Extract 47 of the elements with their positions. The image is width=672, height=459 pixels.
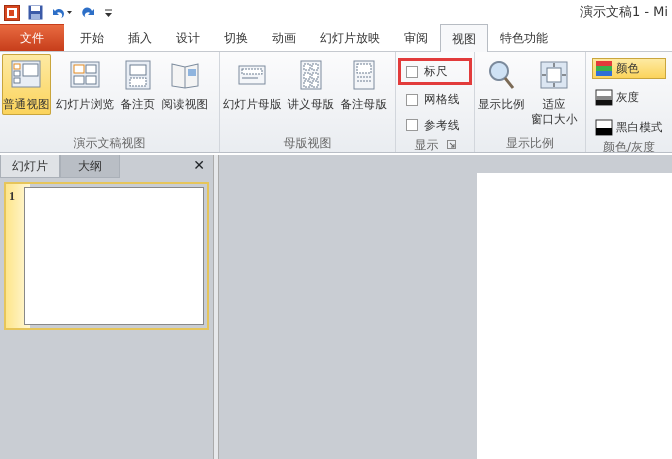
- pane-tab[interactable]: 幻灯片: [0, 155, 60, 178]
- app-icon[interactable]: [4, 4, 20, 20]
- ribbon-tab[interactable]: 插入: [116, 24, 164, 51]
- color-mode-button[interactable]: 黑白模式: [592, 116, 666, 138]
- group-label: 母版视图: [284, 135, 332, 152]
- customize-caret-icon[interactable]: [104, 6, 113, 18]
- view-button[interactable]: 普通视图: [2, 54, 51, 115]
- checkbox[interactable]: [406, 119, 418, 132]
- swatch-icon: [595, 89, 613, 106]
- checkbox-label: 网格线: [424, 91, 460, 108]
- view-button[interactable]: 阅读视图: [160, 54, 210, 115]
- pane-tab[interactable]: 大纲: [60, 155, 120, 178]
- file-tab[interactable]: 文件: [0, 24, 64, 51]
- color-mode-button[interactable]: 灰度: [592, 87, 666, 108]
- ribbon-tab[interactable]: 视图: [440, 24, 488, 52]
- view-icon: [538, 59, 570, 91]
- save-icon[interactable]: [28, 5, 43, 20]
- ribbon-tab[interactable]: 幻灯片放映: [308, 24, 392, 51]
- checkbox-label: 参考线: [424, 116, 460, 134]
- view-button[interactable]: 备注页: [119, 54, 156, 115]
- close-button[interactable]: ✕: [193, 156, 205, 177]
- checkbox-label: 标尺: [424, 63, 448, 80]
- slide-thumbnail[interactable]: 1: [4, 182, 209, 330]
- dialog-launcher-icon[interactable]: [446, 140, 456, 150]
- view-button[interactable]: 幻灯片浏览: [54, 54, 116, 115]
- window-title: 演示文稿1 - Mi: [580, 4, 668, 22]
- view-button[interactable]: 适应 窗口大小: [530, 54, 579, 130]
- redo-icon[interactable]: [81, 5, 96, 20]
- ribbon-tab[interactable]: 审阅: [392, 24, 440, 51]
- ribbon-tab[interactable]: 特色功能: [488, 24, 560, 51]
- view-button[interactable]: 讲义母版: [286, 54, 336, 115]
- ribbon-tab[interactable]: 切换: [212, 24, 260, 51]
- view-button[interactable]: 幻灯片母版: [222, 54, 283, 115]
- checkbox[interactable]: [406, 94, 418, 106]
- ribbon-tab[interactable]: 开始: [68, 24, 116, 51]
- ribbon-tab[interactable]: 动画: [260, 24, 308, 51]
- color-mode-button[interactable]: 颜色: [592, 58, 666, 80]
- group-label: 演示文稿视图: [74, 135, 146, 152]
- group-label: 显示: [414, 136, 438, 152]
- ribbon-tab[interactable]: 设计: [164, 24, 212, 51]
- slide-number: 1: [9, 188, 16, 205]
- view-button[interactable]: 备注母版: [339, 54, 388, 115]
- checkbox[interactable]: [406, 66, 418, 78]
- swatch-icon: [595, 60, 613, 78]
- view-button[interactable]: 显示比例: [477, 54, 526, 115]
- swatch-icon: [595, 118, 613, 136]
- group-label: 显示比例: [506, 135, 554, 152]
